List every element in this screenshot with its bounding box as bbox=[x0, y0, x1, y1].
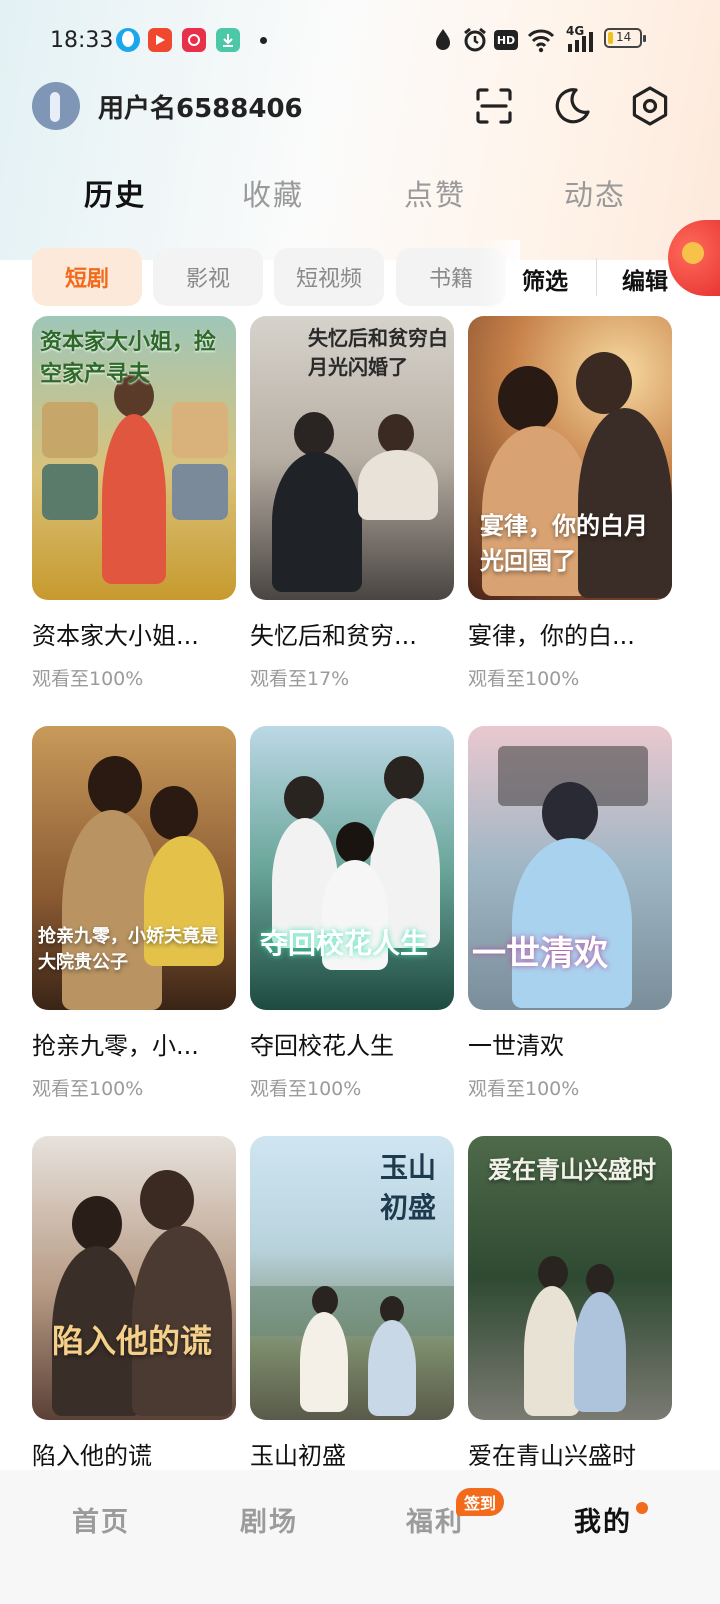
poster-title: 玉山初盛 bbox=[380, 1151, 437, 1224]
settings-icon[interactable] bbox=[628, 84, 672, 128]
notification-dot bbox=[636, 1502, 648, 1514]
notification-dot bbox=[260, 37, 267, 44]
drama-poster[interactable]: 夺回校花人生 bbox=[250, 726, 454, 1010]
red-app-icon bbox=[182, 28, 206, 52]
poster-title: 宴律，你的白月光回国了 bbox=[480, 511, 648, 575]
watch-progress: 观看至100% bbox=[32, 1078, 144, 1100]
tab-history[interactable]: 历史 bbox=[84, 172, 146, 214]
drama-title: 夺回校花人生 bbox=[250, 1032, 394, 1060]
username: 用户名6588406 bbox=[98, 94, 303, 124]
drama-title: 陷入他的谎 bbox=[32, 1442, 152, 1470]
chip-short-video[interactable]: 短视频 bbox=[274, 248, 384, 306]
alarm-icon bbox=[464, 27, 486, 52]
moon-icon[interactable] bbox=[550, 84, 594, 128]
status-time: 18:33 bbox=[50, 28, 114, 53]
chip-short-drama[interactable]: 短剧 bbox=[32, 248, 142, 306]
drama-title: 一世清欢 bbox=[468, 1032, 564, 1060]
drama-poster[interactable]: 宴律，你的白月光回国了 bbox=[468, 316, 672, 600]
divider bbox=[596, 258, 597, 296]
drama-poster[interactable]: 失忆后和贫穷白月光闪婚了 bbox=[250, 316, 454, 600]
signal-icon bbox=[568, 32, 593, 52]
video-app-icon bbox=[148, 28, 172, 52]
poster-title: 夺回校花人生 bbox=[260, 927, 429, 960]
nav-theater[interactable]: 剧场 bbox=[240, 1500, 298, 1539]
drama-title: 爱在青山兴盛时 bbox=[468, 1442, 636, 1470]
avatar[interactable] bbox=[32, 82, 80, 130]
hd-icon: HD bbox=[494, 30, 518, 50]
watch-progress: 观看至17% bbox=[250, 668, 350, 690]
tab-favorites[interactable]: 收藏 bbox=[242, 172, 304, 214]
watch-progress: 观看至100% bbox=[468, 1078, 580, 1100]
drama-poster[interactable]: 陷入他的谎 bbox=[32, 1136, 236, 1420]
wifi-icon bbox=[527, 29, 555, 53]
drama-title: 抢亲九零，小... bbox=[32, 1032, 199, 1060]
location-icon bbox=[436, 29, 450, 50]
drama-poster[interactable]: 一世清欢 bbox=[468, 726, 672, 1010]
poster-title: 爱在青山兴盛时 bbox=[488, 1155, 656, 1184]
chip-fade bbox=[480, 240, 520, 312]
drama-poster[interactable]: 玉山初盛 bbox=[250, 1136, 454, 1420]
drama-poster[interactable]: 抢亲九零，小娇夫竟是大院贵公子 bbox=[32, 726, 236, 1010]
drama-poster[interactable]: 爱在青山兴盛时 bbox=[468, 1136, 672, 1420]
checkin-badge: 签到 bbox=[456, 1488, 505, 1516]
drama-title: 失忆后和贫穷... bbox=[250, 622, 417, 650]
battery-icon: 14 bbox=[604, 28, 646, 48]
qq-icon bbox=[116, 28, 140, 52]
edit-button[interactable]: 编辑 bbox=[622, 262, 668, 296]
poster-title: 陷入他的谎 bbox=[52, 1322, 213, 1360]
filter-button[interactable]: 筛选 bbox=[522, 262, 568, 296]
drama-title: 玉山初盛 bbox=[250, 1442, 346, 1470]
watch-progress: 观看至100% bbox=[32, 668, 144, 690]
nav-mine[interactable]: 我的 bbox=[574, 1500, 632, 1539]
chip-film-tv[interactable]: 影视 bbox=[153, 248, 263, 306]
watch-progress: 观看至100% bbox=[468, 668, 580, 690]
poster-title: 一世清欢 bbox=[472, 934, 608, 974]
bottom-nav: 首页 剧场 福利 签到 我的 bbox=[0, 1470, 720, 1604]
poster-title: 抢亲九零，小娇夫竟是大院贵公子 bbox=[38, 926, 218, 973]
watch-progress: 观看至100% bbox=[250, 1078, 362, 1100]
tab-likes[interactable]: 点赞 bbox=[404, 172, 466, 214]
download-icon bbox=[216, 28, 240, 52]
drama-title: 资本家大小姐... bbox=[32, 622, 199, 650]
drama-poster[interactable]: 资本家大小姐，捡空家产寻夫 bbox=[32, 316, 236, 600]
status-bar: 18:33 HD 4G 14 bbox=[0, 22, 720, 62]
tab-activity[interactable]: 动态 bbox=[564, 172, 626, 214]
poster-title: 资本家大小姐，捡空家产寻夫 bbox=[40, 329, 217, 387]
nav-home[interactable]: 首页 bbox=[72, 1500, 130, 1539]
drama-title: 宴律，你的白... bbox=[468, 622, 635, 650]
battery-level: 14 bbox=[616, 30, 632, 44]
poster-title: 失忆后和贫穷白月光闪婚了 bbox=[308, 326, 448, 379]
scan-icon[interactable] bbox=[472, 84, 516, 128]
